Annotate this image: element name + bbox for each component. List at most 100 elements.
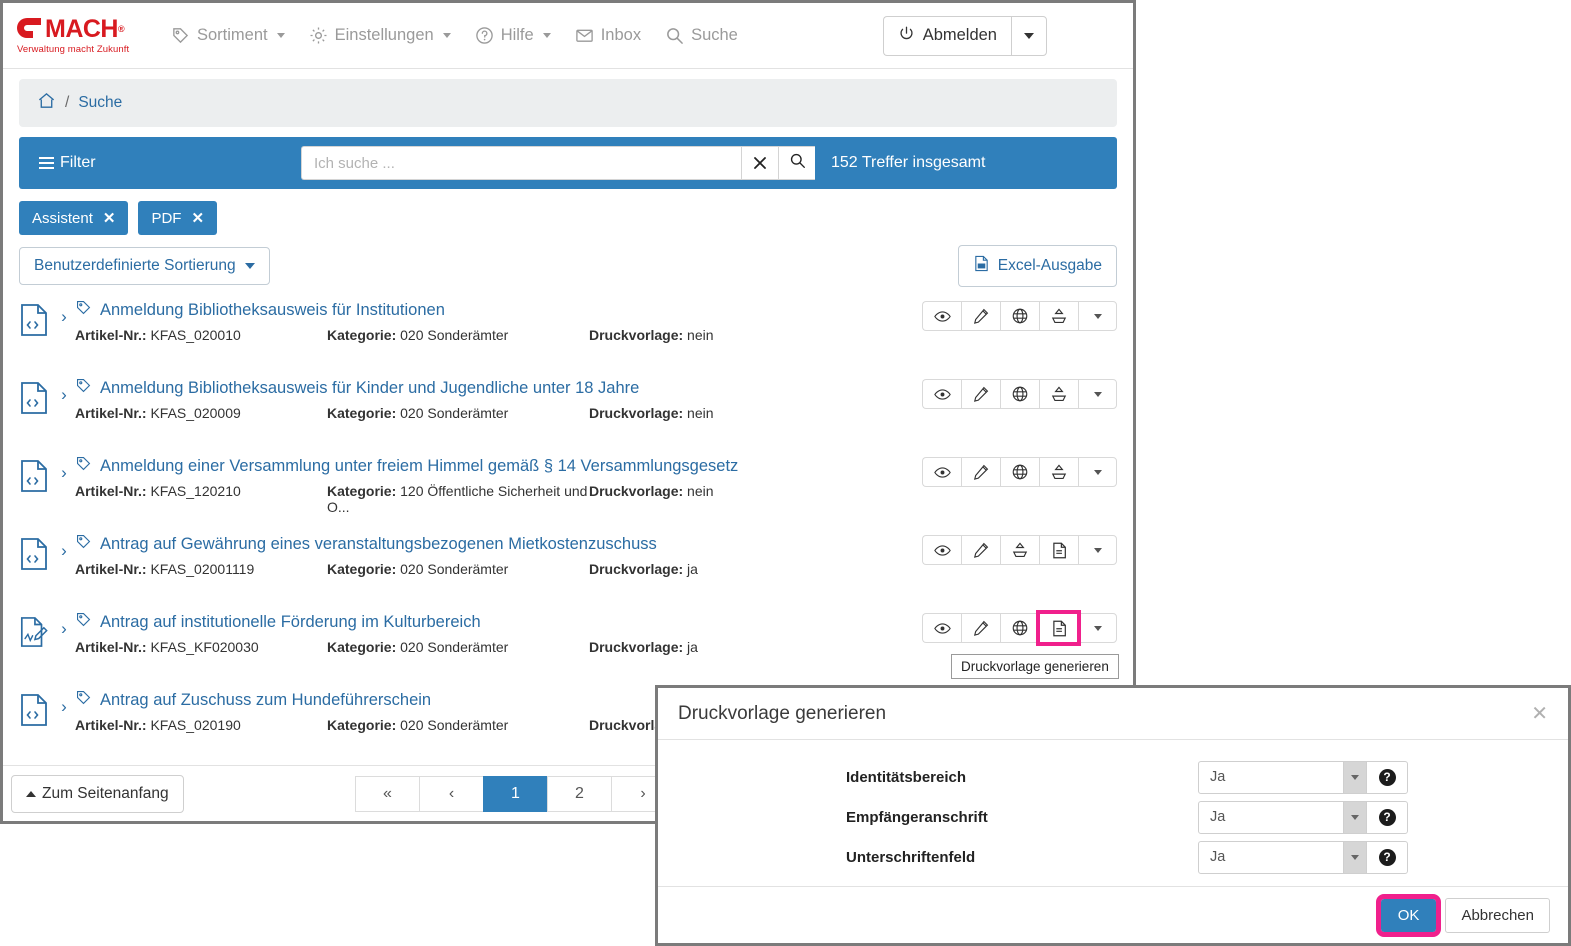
expand-row-chevron-icon[interactable]: ›	[53, 385, 75, 405]
table-row: › Antrag auf Gewährung eines veranstaltu…	[19, 533, 1117, 611]
excel-export-button[interactable]: Excel-Ausgabe	[957, 245, 1117, 287]
submit-search-button[interactable]	[778, 146, 815, 180]
globe-icon-button[interactable]	[1000, 457, 1039, 487]
artikel-value: KFAS_02001119	[150, 561, 255, 577]
tag-icon	[75, 611, 92, 633]
filter-chip-pdf[interactable]: PDF ✕	[138, 201, 218, 235]
eye-icon-button[interactable]	[922, 613, 961, 643]
identitaetsbereich-select[interactable]: Ja ?	[1198, 760, 1408, 794]
expand-row-chevron-icon[interactable]: ›	[53, 697, 75, 717]
more-actions-button[interactable]	[1078, 613, 1117, 643]
eye-icon-button[interactable]	[922, 301, 961, 331]
nav-item-suche[interactable]: Suche	[653, 20, 750, 51]
dialog-footer: OK Abbrechen	[658, 886, 1568, 943]
top-navigation-bar: MACH ® Verwaltung macht Zukunft Sortimen…	[3, 3, 1133, 69]
print-template-dialog: Druckvorlage generieren ✕ Identitätsbere…	[655, 685, 1571, 946]
home-icon[interactable]	[37, 91, 56, 115]
search-input[interactable]	[301, 146, 741, 180]
globe-icon-button[interactable]	[1000, 613, 1039, 643]
excel-label: Excel-Ausgabe	[997, 257, 1102, 274]
logo-text: MACH	[45, 15, 119, 43]
pencil-icon-button[interactable]	[961, 457, 1000, 487]
close-icon[interactable]: ✕	[103, 209, 116, 227]
chevron-down-icon[interactable]	[1343, 841, 1366, 873]
expand-row-chevron-icon[interactable]: ›	[53, 541, 75, 561]
pagination-first[interactable]: «	[355, 775, 419, 812]
logout-button[interactable]: Abmelden	[882, 15, 1011, 56]
tag-icon	[75, 377, 92, 399]
nav-item-hilfe[interactable]: Hilfe	[463, 20, 563, 51]
chevron-down-icon	[276, 33, 285, 38]
scroll-to-top-button[interactable]: Zum Seitenanfang	[11, 774, 184, 813]
more-actions-button[interactable]	[1078, 301, 1117, 331]
nav-item-inbox[interactable]: Inbox	[563, 20, 653, 51]
chevron-down-icon[interactable]	[1343, 761, 1366, 793]
upload-tray-icon-button[interactable]	[1000, 535, 1039, 565]
chevron-down-icon[interactable]	[1343, 801, 1366, 833]
tag-icon	[75, 455, 92, 477]
filter-button[interactable]: Filter	[39, 154, 301, 172]
expand-row-chevron-icon[interactable]: ›	[53, 463, 75, 483]
pagination-page-2[interactable]: 2	[547, 775, 611, 812]
druckvorlage-value: nein	[687, 405, 714, 421]
more-actions-button[interactable]	[1078, 457, 1117, 487]
pencil-icon-button[interactable]	[961, 613, 1000, 643]
cancel-button[interactable]: Abbrechen	[1445, 897, 1550, 933]
artikel-label: Artikel-Nr.:	[75, 483, 147, 499]
generate-print-template-button[interactable]	[1039, 535, 1078, 565]
generate-print-template-button[interactable]	[1036, 610, 1081, 646]
logo-registered-mark: ®	[118, 24, 125, 34]
artikel-value: KFAS_020009	[150, 405, 241, 421]
more-actions-button[interactable]	[1078, 535, 1117, 565]
kategorie-value: 020 Sonderämter	[400, 405, 509, 421]
close-icon[interactable]: ✕	[1531, 704, 1548, 724]
eye-icon-button[interactable]	[922, 457, 961, 487]
eye-icon-button[interactable]	[922, 535, 961, 565]
globe-icon-button[interactable]	[1000, 301, 1039, 331]
filter-chip-assistent[interactable]: Assistent ✕	[19, 201, 129, 235]
pagination-previous[interactable]: ‹	[419, 775, 483, 812]
eye-icon-button[interactable]	[922, 379, 961, 409]
kategorie-label: Kategorie:	[327, 561, 397, 577]
more-actions-button[interactable]	[1078, 379, 1117, 409]
close-icon[interactable]: ✕	[191, 209, 204, 227]
upload-tray-icon-button[interactable]	[1039, 457, 1078, 487]
expand-row-chevron-icon[interactable]: ›	[53, 619, 75, 639]
empfaengeranschrift-select[interactable]: Ja ?	[1198, 800, 1408, 834]
pagination-page-1[interactable]: 1	[483, 775, 547, 812]
search-icon	[665, 26, 684, 45]
nav-item-sortiment[interactable]: Sortiment	[159, 20, 297, 51]
globe-icon-button[interactable]	[1000, 379, 1039, 409]
pencil-icon-button[interactable]	[961, 379, 1000, 409]
unterschriftenfeld-select[interactable]: Ja ?	[1198, 840, 1408, 874]
help-button[interactable]: ?	[1366, 841, 1407, 873]
upload-tray-icon-button[interactable]	[1039, 301, 1078, 331]
chevron-down-icon	[244, 263, 255, 269]
clear-search-button[interactable]	[741, 146, 778, 180]
pencil-icon-button[interactable]	[961, 535, 1000, 565]
select-value: Ja	[1210, 809, 1226, 825]
nav-label-sortiment: Sortiment	[197, 26, 268, 44]
caret-down-icon	[1093, 547, 1102, 553]
druckvorlage-label: Druckvorlage:	[589, 639, 684, 655]
upload-tray-icon-button[interactable]	[1039, 379, 1078, 409]
ok-button[interactable]: OK	[1375, 893, 1442, 937]
expand-row-chevron-icon[interactable]: ›	[53, 307, 75, 327]
scroll-to-top-label: Zum Seitenanfang	[42, 784, 169, 802]
help-button[interactable]: ?	[1366, 761, 1407, 793]
pencil-icon-button[interactable]	[961, 301, 1000, 331]
artikel-label: Artikel-Nr.:	[75, 639, 147, 655]
breadcrumb-separator: /	[65, 94, 70, 111]
help-button[interactable]: ?	[1366, 801, 1407, 833]
breadcrumb-item-suche[interactable]: Suche	[78, 94, 122, 112]
row-action-group	[922, 610, 1117, 646]
logout-dropdown-toggle[interactable]	[1011, 15, 1047, 56]
custom-sort-dropdown[interactable]: Benutzerdefinierte Sortierung	[19, 247, 270, 285]
question-mark-icon: ?	[1378, 848, 1396, 866]
nav-item-einstellungen[interactable]: Einstellungen	[297, 20, 463, 51]
select-value: Ja	[1210, 769, 1226, 785]
power-icon	[898, 25, 915, 47]
question-mark-icon: ?	[1378, 768, 1396, 786]
caret-down-icon	[1093, 469, 1102, 475]
table-row: › Anmeldung Bibliotheksausweis für Kinde…	[19, 377, 1117, 455]
